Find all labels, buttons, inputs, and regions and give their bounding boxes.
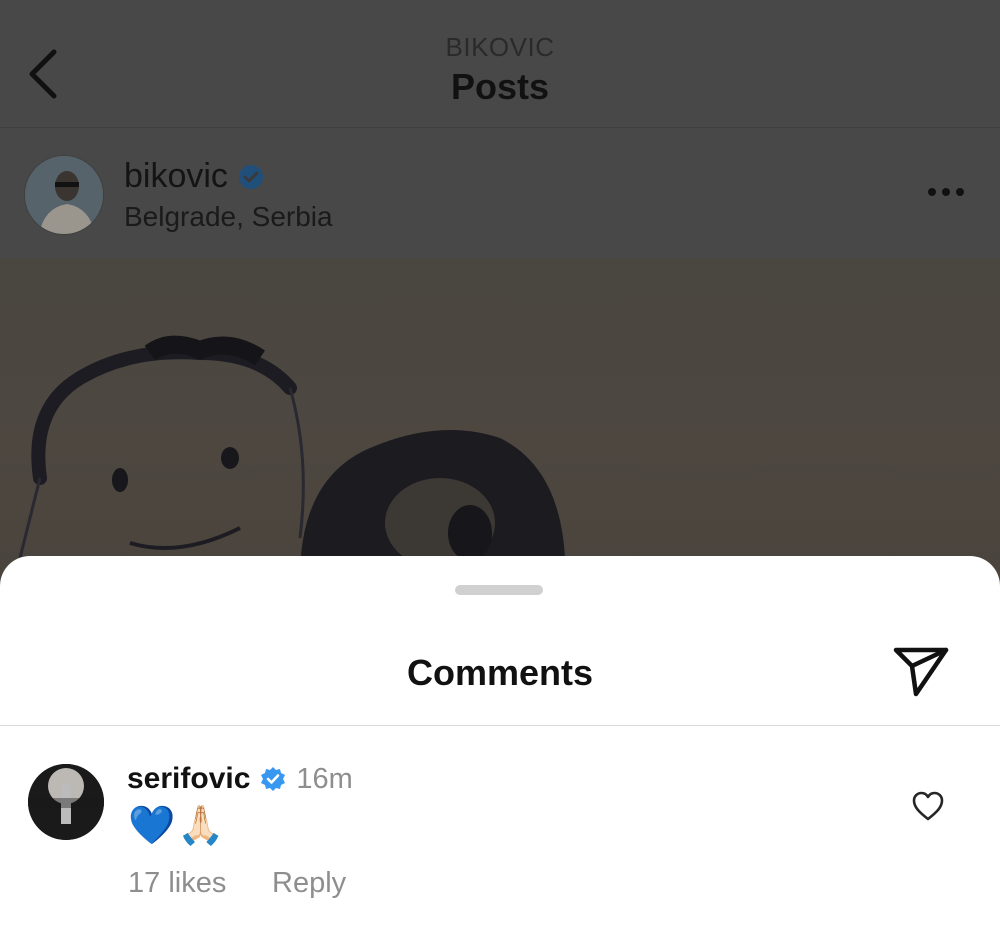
verified-badge-icon — [238, 164, 263, 189]
post-header: bikovic Belgrade, Serbia — [0, 129, 1000, 258]
page-title: Posts — [450, 66, 550, 107]
reply-button[interactable]: Reply — [272, 867, 346, 900]
more-horizontal-icon — [928, 188, 964, 196]
post-username[interactable]: bikovic — [124, 157, 264, 196]
account-label: BIKOVIC — [445, 32, 555, 62]
post-location[interactable]: Belgrade, Serbia — [124, 201, 333, 233]
username-text: bikovic — [124, 157, 228, 195]
nav-header: BIKOVIC Posts — [0, 0, 1000, 128]
sheet-grabber[interactable] — [455, 585, 543, 595]
comments-title: Comments — [406, 652, 594, 693]
comment-header: serifovic 16m — [127, 762, 353, 796]
comment-likes[interactable]: 17 likes — [128, 867, 226, 900]
divider — [0, 725, 1000, 726]
share-button[interactable] — [892, 644, 950, 698]
avatar[interactable] — [24, 155, 104, 235]
avatar[interactable] — [28, 764, 104, 840]
comment-time: 16m — [296, 762, 353, 795]
verified-badge-icon — [261, 767, 286, 791]
post-image — [0, 258, 1000, 578]
heart-outline-icon — [912, 791, 944, 821]
commenter-avatar-image — [28, 764, 104, 840]
comment-username[interactable]: serifovic — [127, 762, 250, 796]
comment-text: 💙🙏🏻 — [128, 805, 227, 847]
comments-sheet: Comments serifovic 16m 💙🙏🏻 17 likes Repl… — [0, 556, 1000, 933]
paper-plane-icon — [893, 647, 949, 697]
more-options-button[interactable] — [924, 177, 968, 207]
like-comment-button[interactable] — [911, 790, 945, 822]
profile-photo — [25, 156, 103, 234]
drawing-image — [18, 335, 565, 578]
